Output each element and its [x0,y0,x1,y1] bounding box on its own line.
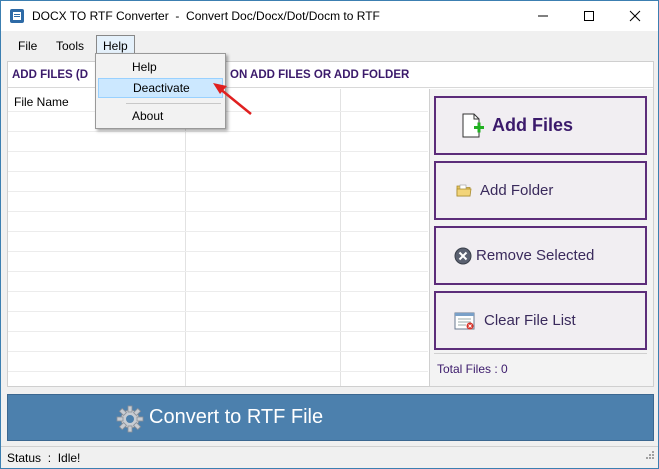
menu-item-help[interactable]: Help [98,57,223,77]
window-title: DOCX TO RTF Converter - Convert Doc/Docx… [32,9,380,23]
minimize-button[interactable] [520,1,566,31]
clear-file-list-button[interactable]: Clear File List [434,291,647,350]
menu-item-about[interactable]: About [98,106,223,126]
grid-row-line [8,211,428,212]
add-files-label: Add Files [492,115,574,135]
title-bar: DOCX TO RTF Converter - Convert Doc/Docx… [1,1,658,31]
menu-tools[interactable]: Tools [50,37,90,56]
app-icon [9,8,25,24]
pointer-arrow-icon [211,79,256,122]
maximize-button[interactable] [566,1,612,31]
maximize-icon [584,11,594,21]
total-files: Total Files : 0 [434,353,647,381]
app-window: DOCX TO RTF Converter - Convert Doc/Docx… [0,0,659,469]
total-files-text: Total Files : 0 [437,362,508,376]
add-folder-label: Add Folder [480,182,554,199]
grid-row-line [8,231,428,232]
remove-icon [454,247,472,265]
minimize-icon [538,15,548,17]
menu-item-deactivate[interactable]: Deactivate [98,78,223,98]
clear-list-icon [454,311,476,331]
grid-row-line [8,311,428,312]
close-button[interactable] [612,1,658,31]
status-text: Status : Idle! [7,451,81,465]
gear-icon [115,404,145,437]
grid-row-line [8,291,428,292]
files-header-text-right: ON ADD FILES OR ADD FOLDER [230,69,410,81]
column-header-file-name[interactable]: File Name [14,95,69,109]
menu-file[interactable]: File [12,37,43,56]
grid-row-line [8,131,428,132]
files-header-text-left: ADD FILES (D [12,69,89,81]
grid-row-line [8,371,428,372]
status-bar: Status : Idle! [1,446,658,468]
remove-selected-label: Remove Selected [476,247,595,264]
folder-icon [456,183,472,199]
grid-row-line [8,351,428,352]
help-dropdown-menu: Help Deactivate About [95,53,226,129]
convert-label: Convert to RTF File [149,406,324,428]
grid-row-line [8,271,428,272]
file-list-grid[interactable]: File Name [8,89,428,386]
grid-column-divider [185,89,186,386]
remove-selected-button[interactable]: Remove Selected [434,226,647,285]
action-panel: Add Files Add Folder Remove Selected Cle… [429,89,653,386]
grid-column-divider [340,89,341,386]
grid-row-line [8,251,428,252]
clear-file-list-label: Clear File List [484,312,576,329]
grid-row-line [8,191,428,192]
grid-row-line [8,151,428,152]
close-icon [629,10,641,22]
grid-row-line [8,331,428,332]
new-file-icon [458,112,486,140]
menu-separator [126,103,221,104]
add-files-button[interactable]: Add Files [434,96,647,155]
convert-button[interactable]: Convert to RTF File [7,394,654,441]
add-folder-button[interactable]: Add Folder [434,161,647,220]
grid-row-line [8,171,428,172]
size-grip-icon[interactable] [643,450,655,465]
